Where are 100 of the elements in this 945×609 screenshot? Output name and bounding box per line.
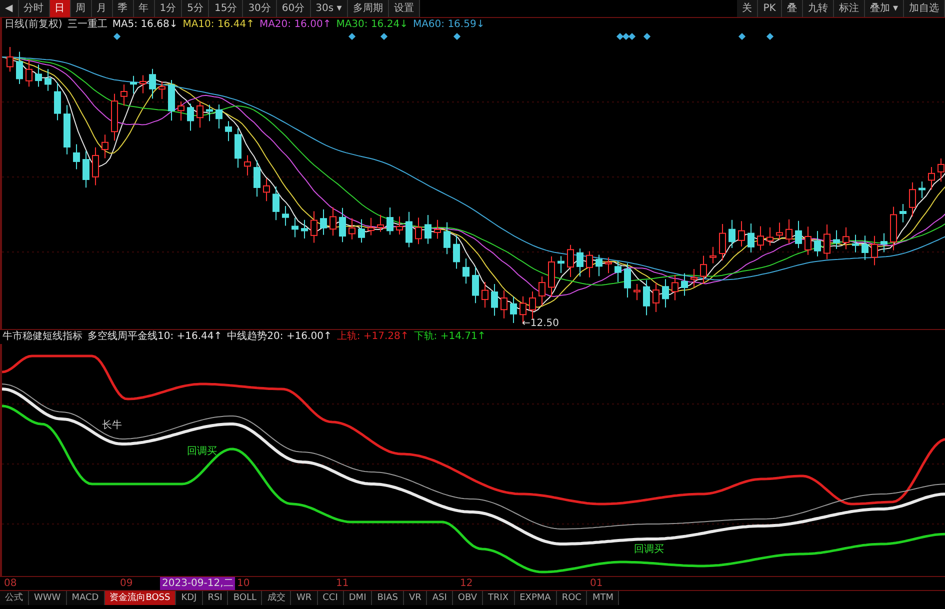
indicator-value: 下轨: +14.71↑ bbox=[414, 330, 486, 344]
indicator-tab[interactable]: WR bbox=[291, 591, 318, 605]
candlestick bbox=[178, 101, 184, 122]
toolbar-button[interactable]: 加自选 bbox=[904, 0, 945, 17]
candlestick bbox=[700, 255, 707, 284]
candlestick bbox=[406, 211, 412, 248]
candlestick bbox=[710, 246, 716, 264]
candlestick bbox=[614, 260, 622, 283]
toolbar-button[interactable]: 标注 bbox=[834, 0, 865, 17]
candlestick bbox=[786, 218, 792, 244]
candlestick bbox=[310, 210, 318, 244]
indicator-tab[interactable]: TRIX bbox=[483, 591, 515, 605]
candlestick bbox=[558, 256, 564, 274]
period-tab[interactable]: 60分 bbox=[276, 0, 311, 17]
indicator-tab[interactable]: 成交 bbox=[262, 591, 292, 605]
candlestick bbox=[73, 144, 80, 170]
candlestick bbox=[814, 230, 821, 257]
candlestick bbox=[26, 59, 32, 88]
candlestick bbox=[596, 254, 602, 277]
indicator-tab[interactable]: EXPMA bbox=[514, 591, 557, 605]
candlestick bbox=[187, 103, 194, 132]
candlestick bbox=[538, 276, 546, 306]
candlestick bbox=[358, 218, 365, 244]
candlestick bbox=[225, 120, 232, 142]
period-tab[interactable]: 周 bbox=[70, 0, 92, 17]
chart-mode-label: 日线(前复权) bbox=[4, 18, 62, 32]
candlestick bbox=[804, 226, 812, 256]
candlestick bbox=[196, 100, 204, 128]
period-tab[interactable]: 30s ▾ bbox=[310, 0, 348, 17]
moving-average-value: MA60: 16.59↓ bbox=[412, 18, 485, 32]
candlestick bbox=[567, 244, 574, 278]
candlestick bbox=[529, 290, 536, 320]
toolbar-button[interactable]: PK bbox=[758, 0, 782, 17]
period-tab[interactable]: 多周期 bbox=[348, 0, 389, 17]
indicator-tab[interactable]: OBV bbox=[452, 591, 484, 605]
period-tab[interactable]: 日 bbox=[50, 0, 71, 17]
period-tab[interactable]: 30分 bbox=[243, 0, 277, 17]
candlestick bbox=[719, 224, 726, 261]
period-tab[interactable]: 设置 bbox=[388, 0, 420, 17]
toolbar-button[interactable]: 叠加 ▾ bbox=[864, 0, 904, 17]
period-tab[interactable]: 年 bbox=[134, 0, 155, 17]
candlestick bbox=[652, 282, 660, 313]
indicator-tab[interactable]: ROC bbox=[556, 591, 588, 605]
period-tab[interactable]: 15分 bbox=[209, 0, 244, 17]
indicator-tab[interactable]: BOLL bbox=[228, 591, 262, 605]
candlestick bbox=[880, 232, 888, 253]
toolbar-button[interactable]: 叠 bbox=[782, 0, 803, 17]
indicator-tab[interactable]: KDJ bbox=[176, 591, 203, 605]
indicator-tab[interactable]: BIAS bbox=[372, 591, 404, 605]
period-tab[interactable]: 5分 bbox=[182, 0, 210, 17]
period-tab[interactable]: 1分 bbox=[154, 0, 182, 17]
candlestick bbox=[938, 158, 944, 182]
indicator-tab[interactable]: DMI bbox=[344, 591, 372, 605]
candlestick bbox=[462, 258, 470, 284]
candlestick bbox=[548, 256, 555, 298]
indicator-tab[interactable]: 资金流向BOSS bbox=[104, 591, 176, 605]
candlestick bbox=[377, 214, 384, 232]
cursor-date-label: 2023-09-12,二 bbox=[160, 577, 236, 590]
candlestick bbox=[140, 74, 146, 94]
candlestick bbox=[6, 46, 14, 72]
low-price-label: ←12.50 bbox=[522, 318, 560, 328]
candlestick bbox=[662, 278, 669, 308]
period-tab[interactable]: 月 bbox=[92, 0, 113, 17]
indicator-tab[interactable]: ASI bbox=[427, 591, 453, 605]
month-label: 11 bbox=[336, 577, 349, 590]
candlestick bbox=[130, 75, 137, 94]
candlestick bbox=[234, 128, 242, 168]
candlestick bbox=[738, 220, 745, 247]
indicator-tab[interactable]: CCI bbox=[318, 591, 344, 605]
candlestick bbox=[510, 296, 517, 324]
candlestick bbox=[35, 64, 42, 88]
indicator-tab[interactable]: MACD bbox=[66, 591, 105, 605]
candlestick bbox=[415, 217, 422, 245]
candlestick bbox=[576, 248, 584, 277]
toolbar-button[interactable]: 关 bbox=[737, 0, 758, 17]
indicator-tab[interactable]: MTM bbox=[587, 591, 620, 605]
candlestick bbox=[424, 214, 432, 244]
candlestick bbox=[842, 226, 850, 250]
signal-annotation: 长牛 bbox=[102, 420, 122, 431]
moving-average-value: MA5: 16.68↓ bbox=[112, 18, 178, 32]
candlestick bbox=[472, 266, 479, 304]
candlestick bbox=[748, 223, 754, 253]
candlestick bbox=[102, 134, 108, 159]
candlestick bbox=[776, 222, 783, 240]
period-tab[interactable]: 分时 bbox=[18, 0, 50, 17]
indicator-tab[interactable]: VR bbox=[404, 591, 428, 605]
candlestick bbox=[852, 234, 859, 253]
candlestick bbox=[386, 207, 394, 236]
candlestick bbox=[728, 219, 736, 249]
toolbar-button[interactable]: 九转 bbox=[802, 0, 834, 17]
month-label: 10 bbox=[237, 577, 250, 590]
candlestick bbox=[482, 281, 488, 308]
candlestick bbox=[120, 84, 128, 106]
indicator-tab[interactable]: RSI bbox=[202, 591, 228, 605]
candlestick bbox=[348, 218, 356, 240]
candlestick bbox=[605, 256, 612, 274]
indicator-tab[interactable]: 公式 bbox=[0, 591, 29, 605]
period-tab[interactable]: 季 bbox=[112, 0, 134, 17]
indicator-tab[interactable]: WWW bbox=[29, 591, 67, 605]
period-tab[interactable]: ◀ bbox=[0, 0, 19, 17]
